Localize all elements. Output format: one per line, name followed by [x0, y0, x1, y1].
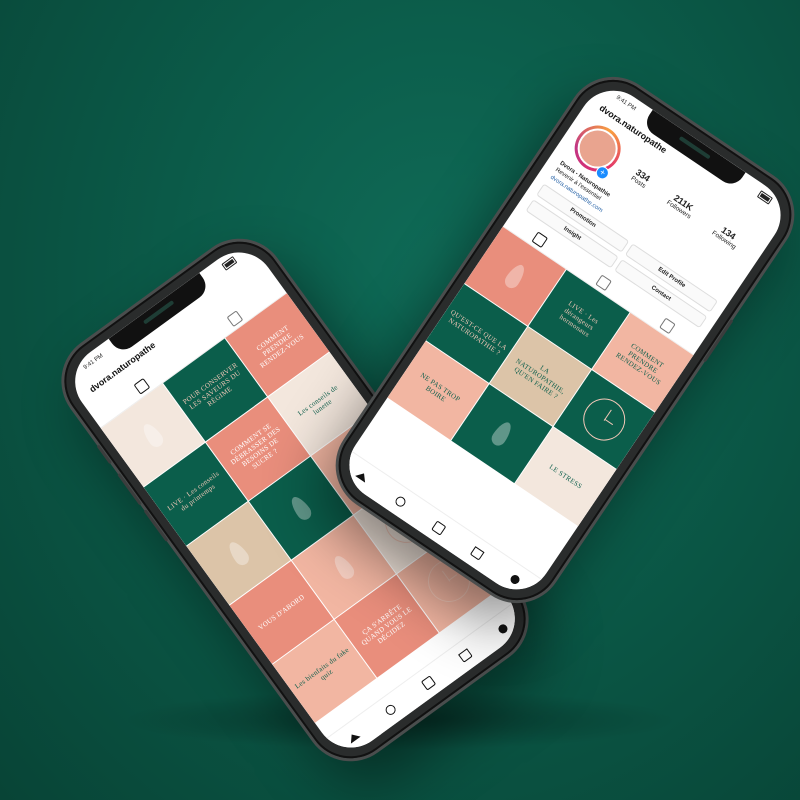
reels-icon[interactable]: [420, 675, 436, 691]
post-caption: VOUS D'ABORD: [256, 592, 307, 632]
mute-switch: [96, 444, 112, 465]
grid-tab-icon[interactable]: [133, 378, 150, 395]
shop-icon[interactable]: [469, 545, 485, 561]
leaf-illustration: [139, 420, 167, 450]
battery-icon: [221, 256, 238, 271]
leaf-illustration: [287, 493, 315, 523]
post-caption: LIVE · Les conseils du printemps: [165, 469, 221, 513]
post-caption: Les bienfaits du fake quiz: [293, 645, 351, 691]
reels-icon[interactable]: [430, 519, 447, 535]
search-icon[interactable]: [383, 702, 398, 717]
search-icon[interactable]: [393, 494, 408, 509]
front-phone-screen: 9:41 PM dvora.naturopathe + 334 Posts 211…: [335, 76, 795, 604]
grid-tab-icon[interactable]: [531, 231, 549, 249]
followers-stat[interactable]: 211K Followers: [665, 190, 698, 220]
leaf-illustration: [330, 552, 358, 582]
post-caption: QU'EST-CE QUE LA NATUROPATHIE ?: [446, 308, 509, 358]
post-caption: LE STRESS: [547, 462, 584, 491]
battery-icon: [756, 190, 773, 205]
home-icon[interactable]: [355, 468, 370, 483]
following-stat[interactable]: 134 Following: [711, 221, 743, 250]
reels-tab-icon[interactable]: [595, 274, 612, 292]
clock-illustration: [574, 390, 634, 449]
shop-icon[interactable]: [457, 648, 473, 664]
leaf-illustration: [488, 419, 515, 449]
post-caption: NE PAS TROP BOIRE: [418, 371, 462, 404]
profile-icon[interactable]: [507, 571, 522, 586]
tagged-tab-icon[interactable]: [658, 317, 676, 335]
leaf-illustration: [225, 538, 252, 568]
tagged-tab-icon[interactable]: [226, 310, 243, 328]
leaf-illustration: [501, 261, 529, 292]
post-caption: Les conseils de lunette: [296, 383, 340, 418]
posts-stat[interactable]: 334 Posts: [630, 166, 653, 190]
home-icon[interactable]: [346, 729, 361, 744]
post-caption: ÇA S'ARRÊTE QUAND VOUS LE DÉCIDEZ: [359, 602, 414, 648]
profile-icon[interactable]: [495, 621, 510, 636]
